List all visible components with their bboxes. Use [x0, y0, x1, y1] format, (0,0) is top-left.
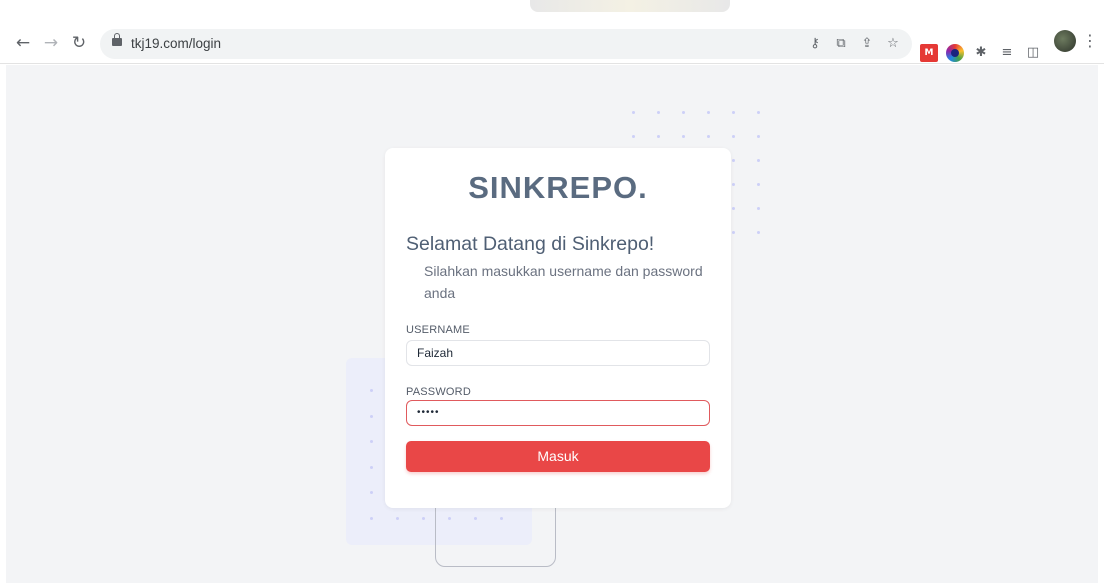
extension-color-ring-icon[interactable] [946, 44, 964, 62]
login-card: SINKREPO. Selamat Datang di Sinkrepo! Si… [385, 148, 731, 508]
profile-avatar[interactable] [1054, 30, 1076, 52]
more-menu-icon[interactable]: ⋮ [1082, 30, 1098, 52]
browser-toolbar: ← → ↻ tkj19.com/login ⚷ ⧉ ⇪ ☆ M ✱ ≡ ◫ [0, 12, 1104, 64]
login-submit-button[interactable]: Masuk [406, 441, 710, 472]
password-input[interactable]: ••••• [406, 400, 710, 426]
username-input[interactable]: Faizah [406, 340, 710, 366]
username-label: USERNAME [406, 324, 470, 336]
forward-arrow-icon[interactable]: → [40, 32, 62, 54]
extension-red-icon[interactable]: M [920, 44, 938, 62]
side-panel-icon[interactable]: ◫ [1024, 44, 1042, 62]
translate-icon[interactable]: ⧉ [832, 35, 850, 53]
lock-icon[interactable] [112, 33, 122, 46]
browser-tab-strip [0, 0, 1104, 12]
browser-tab[interactable] [530, 0, 730, 12]
extensions-puzzle-icon[interactable]: ✱ [972, 44, 990, 62]
share-icon[interactable]: ⇪ [858, 35, 876, 53]
reading-list-icon[interactable]: ≡ [998, 44, 1016, 62]
password-label: PASSWORD [406, 386, 471, 398]
url-text[interactable]: tkj19.com/login [131, 36, 221, 51]
password-key-icon[interactable]: ⚷ [806, 35, 824, 53]
back-arrow-icon[interactable]: ← [12, 32, 34, 54]
login-instructions: Silahkan masukkan username dan password … [424, 263, 703, 301]
reload-icon[interactable]: ↻ [68, 32, 90, 54]
bookmark-star-icon[interactable]: ☆ [884, 35, 902, 53]
welcome-heading: Selamat Datang di Sinkrepo! [406, 233, 655, 255]
brand-logo: SINKREPO. [468, 170, 648, 205]
address-bar[interactable]: tkj19.com/login ⚷ ⧉ ⇪ ☆ [100, 29, 912, 59]
login-page: SINKREPO. Selamat Datang di Sinkrepo! Si… [6, 65, 1098, 583]
